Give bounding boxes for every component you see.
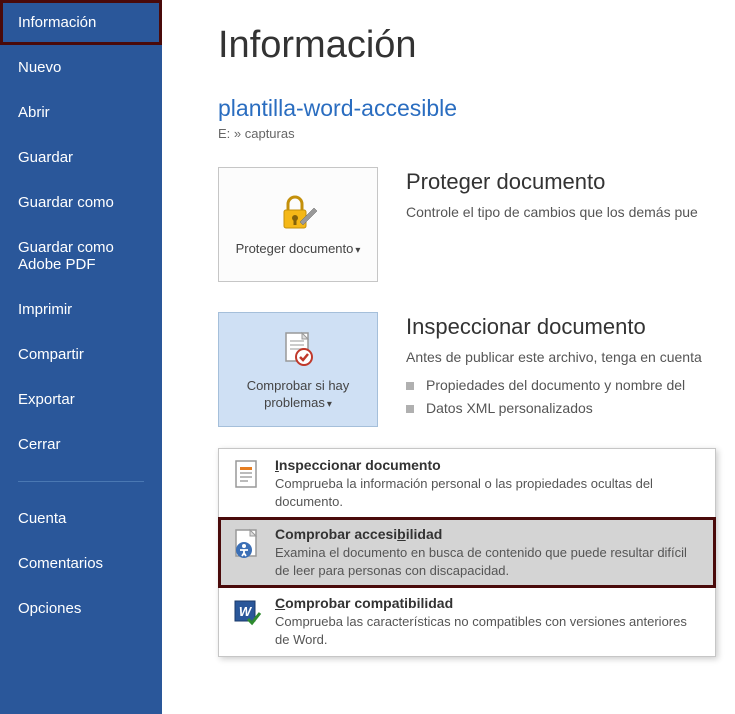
- bullet-text: Datos XML personalizados: [426, 397, 593, 421]
- svg-text:W: W: [239, 604, 253, 619]
- sidebar-item-informacion[interactable]: Información: [0, 0, 162, 45]
- lock-key-icon: [276, 191, 320, 233]
- menu-item-desc: Examina el documento en busca de conteni…: [275, 544, 703, 579]
- sidebar-item-opciones[interactable]: Opciones: [0, 586, 162, 631]
- sidebar-divider: [18, 481, 144, 482]
- page-title: Información: [218, 24, 735, 67]
- check-issues-dropdown: Inspeccionar documento Comprueba la info…: [218, 448, 716, 657]
- menu-item-desc: Comprueba la información personal o las …: [275, 475, 703, 510]
- bullet-text: Propiedades del documento y nombre del: [426, 374, 685, 398]
- menu-item-check-accessibility[interactable]: Comprobar accesibilidad Examina el docum…: [219, 518, 715, 587]
- inspect-heading: Inspeccionar documento: [406, 314, 735, 340]
- word-check-icon: W: [231, 597, 263, 629]
- sidebar-item-nuevo[interactable]: Nuevo: [0, 45, 162, 90]
- menu-item-title: Inspeccionar documento: [275, 457, 703, 473]
- sidebar-item-imprimir[interactable]: Imprimir: [0, 287, 162, 332]
- sidebar-item-guardar-como[interactable]: Guardar como: [0, 180, 162, 225]
- protect-section: Proteger documento▾ Proteger documento C…: [218, 167, 735, 282]
- bullet-icon: [406, 382, 414, 390]
- sidebar-item-cuenta[interactable]: Cuenta: [0, 496, 162, 541]
- menu-item-title: Comprobar compatibilidad: [275, 595, 703, 611]
- protect-document-tile[interactable]: Proteger documento▾: [218, 167, 378, 282]
- sidebar-item-exportar[interactable]: Exportar: [0, 377, 162, 422]
- document-accessibility-icon: [231, 528, 263, 560]
- menu-item-inspect-document[interactable]: Inspeccionar documento Comprueba la info…: [219, 449, 715, 518]
- menu-item-desc: Comprueba las características no compati…: [275, 613, 703, 648]
- protect-heading: Proteger documento: [406, 169, 735, 195]
- document-title[interactable]: plantilla-word-accesible: [218, 95, 735, 122]
- sidebar-item-guardar-pdf[interactable]: Guardar como Adobe PDF: [0, 225, 162, 287]
- check-issues-tile[interactable]: Comprobar si hay problemas▾: [218, 312, 378, 427]
- bullet-icon: [406, 405, 414, 413]
- check-issues-tile-label: Comprobar si hay problemas▾: [219, 378, 377, 412]
- sidebar-item-abrir[interactable]: Abrir: [0, 90, 162, 135]
- protect-tile-label: Proteger documento▾: [236, 241, 361, 258]
- protect-desc: Controle el tipo de cambios que los demá…: [406, 203, 735, 223]
- sidebar-item-guardar[interactable]: Guardar: [0, 135, 162, 180]
- menu-item-check-compatibility[interactable]: W Comprobar compatibilidad Comprueba las…: [219, 587, 715, 656]
- menu-item-title: Comprobar accesibilidad: [275, 526, 703, 542]
- document-check-icon: [278, 328, 318, 370]
- sidebar: Información Nuevo Abrir Guardar Guardar …: [0, 0, 162, 714]
- main-panel: Información plantilla-word-accesible E: …: [162, 0, 735, 714]
- inspect-desc: Antes de publicar este archivo, tenga en…: [406, 348, 735, 368]
- document-lines-icon: [231, 459, 263, 491]
- sidebar-item-cerrar[interactable]: Cerrar: [0, 422, 162, 467]
- inspect-section: Comprobar si hay problemas▾ Inspeccionar…: [218, 312, 735, 427]
- sidebar-item-compartir[interactable]: Compartir: [0, 332, 162, 377]
- inspect-bullets: Propiedades del documento y nombre del D…: [406, 374, 735, 422]
- sidebar-item-comentarios[interactable]: Comentarios: [0, 541, 162, 586]
- document-path: E: » capturas: [218, 126, 735, 141]
